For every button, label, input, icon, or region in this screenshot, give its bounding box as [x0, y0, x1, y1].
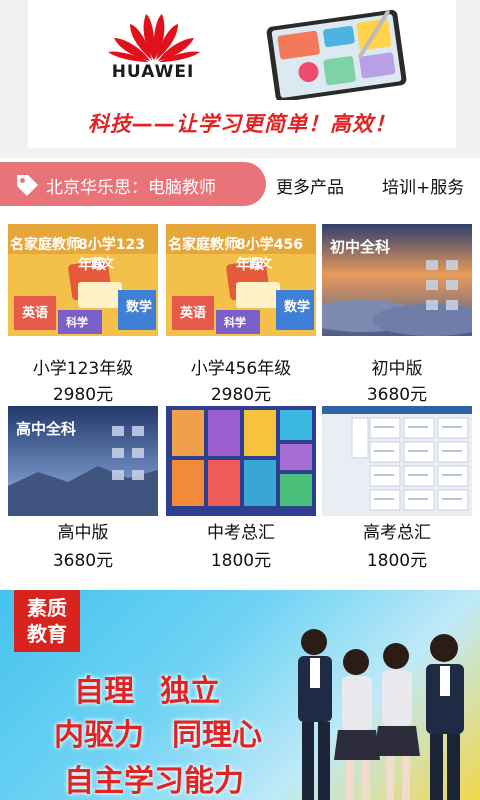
huawei-logo-icon — [108, 14, 200, 62]
thumb-subject: 科学 — [224, 316, 246, 329]
product-name: 初中版 — [371, 359, 423, 379]
product-name: 高中版 — [57, 523, 109, 543]
thumb-subject: 英语 — [22, 306, 49, 321]
trait-self-learning: 自主学习能力 — [64, 764, 244, 799]
thumb-subject: 数学 — [284, 300, 311, 315]
product-thumbnail — [166, 406, 316, 516]
thumb-subject: 英语 — [180, 306, 207, 321]
thumb-title: 高中全科 — [16, 420, 77, 438]
banner-card: HUAWEI 科技——让学习更简单！高效！ — [28, 0, 456, 148]
product-price: 2980元 — [210, 385, 272, 405]
nav-tag-beijing[interactable]: 北京华乐思：电脑教师 — [0, 162, 266, 206]
product-card[interactable]: 名家庭教师 8小学456年级 语文 英语 数学 科学 小学456年级 2980元 — [166, 224, 316, 405]
product-price: 3680元 — [52, 551, 114, 571]
quality-education-banner[interactable]: 素质 教育 自理 独立 内驱力 同理心 自主学习能力 — [0, 590, 480, 800]
product-price: 1800元 — [210, 551, 272, 571]
product-card[interactable]: 名家庭教师 8小学123年级 语文 英语 数学 科学 小学123年级 2980元 — [8, 224, 158, 405]
thumb-subject: 数学 — [126, 300, 153, 315]
badge-line: 素质 — [27, 596, 67, 620]
product-card[interactable]: 高考总汇 1800元 — [322, 406, 472, 576]
tag-icon — [17, 175, 38, 196]
product-thumbnail — [322, 406, 472, 516]
quality-education-badge: 素质 教育 — [14, 590, 80, 652]
trait-independence: 独立 — [160, 674, 220, 709]
more-products-link[interactable]: 更多产品 — [276, 173, 344, 198]
trait-empathy: 同理心 — [172, 718, 262, 753]
product-grid: 名家庭教师 8小学123年级 语文 英语 数学 科学 小学123年级 2980元… — [0, 210, 480, 590]
thumb-subject: 语文 — [90, 256, 115, 270]
product-card[interactable]: 中考总汇 1800元 — [166, 406, 316, 576]
badge-line: 教育 — [27, 622, 67, 646]
thumb-subject: 科学 — [66, 316, 88, 329]
tablet-image-icon — [266, 9, 407, 100]
category-nav: 北京华乐思：电脑教师 更多产品 培训+服务 — [0, 158, 480, 210]
thumb-title: 初中全科 — [330, 238, 391, 256]
product-name: 小学456年级 — [190, 359, 292, 379]
product-card[interactable]: 高中全科 高中版 3680元 — [8, 406, 158, 576]
thumb-header: 名家庭教师 — [10, 237, 80, 253]
product-name: 小学123年级 — [32, 359, 134, 379]
product-name: 中考总汇 — [207, 523, 275, 543]
nav-tag-label: 北京华乐思：电脑教师 — [46, 178, 216, 198]
slogan-text: 科技——让学习更简单！高效！ — [88, 112, 396, 136]
trait-drive: 内驱力 — [54, 718, 144, 753]
thumb-header: 名家庭教师 — [168, 237, 238, 253]
thumb-subject: 语文 — [248, 256, 273, 270]
product-card[interactable]: 初中全科 初中版 3680元 — [322, 224, 472, 405]
brand-wordmark: HUAWEI — [111, 62, 195, 82]
product-price: 2980元 — [52, 385, 114, 405]
product-price: 1800元 — [366, 551, 428, 571]
trait-self-care: 自理 — [74, 674, 134, 709]
product-name: 高考总汇 — [363, 523, 431, 543]
training-service-link[interactable]: 培训+服务 — [382, 173, 464, 198]
product-price: 3680元 — [366, 385, 428, 405]
page: HUAWEI 科技——让学习更简单！高效！ 北京华乐思：电脑教师 更多产品 培训… — [0, 0, 480, 800]
students-image-icon — [298, 629, 464, 800]
top-banner[interactable]: HUAWEI 科技——让学习更简单！高效！ — [0, 0, 480, 150]
